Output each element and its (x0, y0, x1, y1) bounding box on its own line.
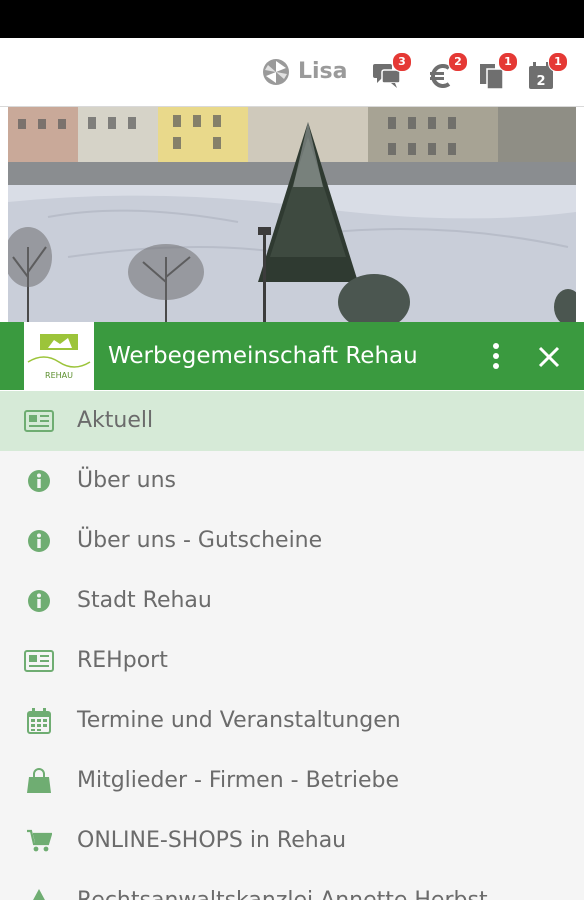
menu-item-rechtsanwaltskanzlei[interactable]: Rechtsanwaltskanzlei Annette Herbst (0, 871, 584, 900)
newspaper-icon (24, 406, 54, 436)
menu-item-online-shops[interactable]: ONLINE-SHOPS in Rehau (0, 811, 584, 871)
scale-icon (24, 886, 54, 900)
shopping-bag-icon (24, 766, 54, 796)
cart-icon (24, 826, 54, 856)
navigation-menu: Aktuell Über uns Über uns - Gutscheine S… (0, 391, 584, 900)
info-icon (24, 586, 54, 616)
hero-image (8, 107, 576, 323)
info-icon (24, 466, 54, 496)
close-icon (538, 346, 560, 368)
newspaper-icon (24, 646, 54, 676)
menu-item-stadt-rehau[interactable]: Stadt Rehau (0, 571, 584, 631)
more-options-button[interactable] (484, 342, 508, 370)
menu-item-label: Über uns - Gutscheine (77, 528, 323, 553)
menu-item-mitglieder[interactable]: Mitglieder - Firmen - Betriebe (0, 751, 584, 811)
calendar-icon (24, 706, 54, 736)
menu-item-gutscheine[interactable]: Über uns - Gutscheine (0, 511, 584, 571)
status-bar (0, 0, 584, 38)
brand-logo-icon (263, 59, 289, 85)
menu-item-label: Mitglieder - Firmen - Betriebe (77, 768, 400, 793)
menu-item-label: Termine und Veranstaltungen (77, 708, 401, 733)
documents-button[interactable]: 1 (478, 52, 518, 92)
menu-item-ueber-uns[interactable]: Über uns (0, 451, 584, 511)
chat-button[interactable]: 3 (372, 52, 412, 92)
app-title: Werbegemeinschaft Rehau (108, 343, 418, 369)
menu-item-termine[interactable]: Termine und Veranstaltungen (0, 691, 584, 751)
payments-badge: 2 (448, 52, 468, 72)
app-header: REHAU Werbegemeinschaft Rehau (0, 322, 584, 390)
menu-item-label: Rechtsanwaltskanzlei Annette Herbst (77, 871, 488, 900)
menu-item-rehport[interactable]: REHport (0, 631, 584, 691)
menu-item-label: Stadt Rehau (77, 588, 212, 613)
user-profile-button[interactable]: Lisa (262, 58, 348, 86)
menu-item-aktuell[interactable]: Aktuell (0, 391, 584, 451)
close-button[interactable] (536, 344, 562, 370)
svg-text:2: 2 (536, 74, 545, 89)
calendar-button[interactable]: 2 1 (528, 52, 568, 92)
payments-button[interactable]: 2 (428, 52, 468, 92)
documents-badge: 1 (498, 52, 518, 72)
menu-item-label: REHport (77, 648, 168, 673)
calendar-badge: 1 (548, 52, 568, 72)
menu-item-label: Aktuell (77, 408, 154, 433)
info-icon (24, 526, 54, 556)
app-logo: REHAU (24, 322, 94, 390)
top-bar: Lisa 3 2 1 2 1 (0, 38, 584, 107)
menu-item-label: Über uns (77, 468, 176, 493)
menu-item-label: ONLINE-SHOPS in Rehau (77, 828, 347, 853)
svg-text:REHAU: REHAU (45, 371, 73, 380)
chat-badge: 3 (392, 52, 412, 72)
more-vertical-icon (493, 343, 499, 369)
username-label: Lisa (298, 59, 348, 84)
